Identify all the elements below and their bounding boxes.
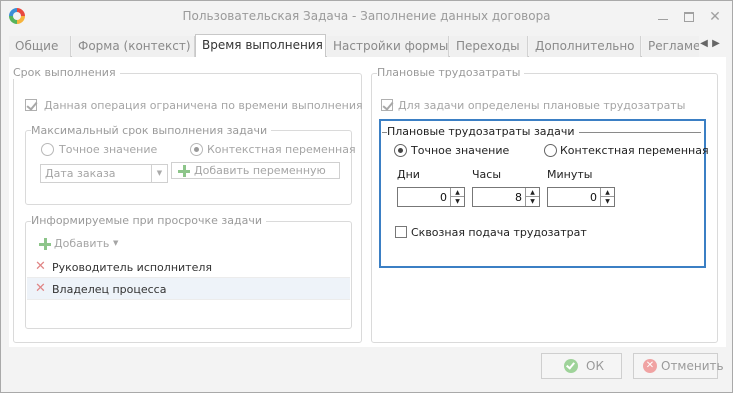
add-variable-label: Добавить переменную [194, 164, 326, 177]
tab-form-context[interactable]: Форма (контекст) [72, 36, 195, 57]
dialog-window: Пользовательская Задача - Заполнение дан… [0, 0, 733, 393]
days-spinner[interactable]: 0 ▲ ▼ [397, 187, 465, 207]
tab-regulations[interactable]: Регламе [642, 36, 699, 57]
days-spin-buttons: ▲ ▼ [450, 188, 464, 206]
plus-icon [178, 165, 190, 177]
check-icon [564, 359, 578, 373]
cancel-icon: ✕ [643, 359, 657, 373]
limited-time-label: Данная операция ограничена по времени вы… [44, 99, 363, 112]
tab-additional[interactable]: Дополнительно [529, 36, 641, 57]
limited-time-checkbox[interactable] [25, 99, 37, 111]
close-button[interactable]: ✕ [705, 7, 725, 27]
tab-transitions[interactable]: Переходы [450, 36, 528, 57]
date-variable-combo[interactable]: Дата заказа ▼ [40, 164, 168, 183]
through-effort-label: Сквозная подача трудозатрат [411, 226, 587, 239]
window-title: Пользовательская Задача - Заполнение дан… [182, 9, 551, 23]
planned-effort-group-title: Плановые трудозатраты [377, 66, 525, 79]
list-item[interactable]: ✕ Владелец процесса [27, 278, 350, 300]
planned-effort-checkbox[interactable] [381, 99, 393, 111]
max-deadline-group-title: Максимальный срок выполнения задачи [31, 124, 272, 137]
informed-item-label: Владелец процесса [52, 283, 167, 296]
effort-exact-label: Точное значение [411, 144, 510, 157]
chevron-down-icon[interactable]: ▼ [113, 239, 118, 247]
plus-icon[interactable] [39, 238, 51, 250]
add-informed-button[interactable]: Добавить [54, 237, 109, 250]
tab-scroll-left-icon[interactable]: ◀ [699, 37, 709, 51]
date-variable-value: Дата заказа [45, 167, 116, 180]
hours-label: Часы [472, 168, 502, 181]
deadline-context-radio[interactable] [190, 143, 203, 156]
deadline-context-label: Контекстная переменная [207, 143, 356, 156]
deadline-exact-label: Точное значение [59, 143, 158, 156]
effort-exact-radio[interactable] [394, 144, 407, 157]
minutes-label: Минуты [547, 168, 593, 181]
maximize-icon [684, 12, 694, 22]
tab-execution-time[interactable]: Время выполнения [195, 34, 326, 58]
deadline-exact-radio[interactable] [41, 143, 54, 156]
minutes-spinner[interactable]: 0 ▲ ▼ [547, 187, 615, 207]
days-value: 0 [440, 191, 447, 204]
informed-item-label: Руководитель исполнителя [52, 261, 212, 274]
effort-context-label: Контекстная переменная [560, 144, 709, 157]
cancel-button[interactable]: ✕ Отменить [633, 353, 724, 379]
spin-down-icon[interactable]: ▼ [601, 197, 614, 206]
spin-up-icon[interactable]: ▲ [526, 188, 539, 197]
spin-down-icon[interactable]: ▼ [451, 197, 464, 206]
add-variable-button[interactable]: Добавить переменную [171, 162, 340, 179]
days-label: Дни [397, 168, 420, 181]
spin-up-icon[interactable]: ▲ [451, 188, 464, 197]
minimize-icon [658, 19, 668, 20]
planned-task-effort-title: Плановые трудозатраты задачи [387, 125, 579, 138]
maximize-button[interactable] [679, 7, 699, 27]
deadline-group-title: Срок выполнения [13, 66, 120, 79]
hours-spin-buttons: ▲ ▼ [525, 188, 539, 206]
chevron-down-icon[interactable]: ▼ [151, 165, 167, 182]
remove-icon[interactable]: ✕ [35, 282, 46, 295]
close-icon: ✕ [709, 9, 721, 25]
title-bar: Пользовательская Задача - Заполнение дан… [1, 1, 732, 33]
cancel-label: Отменить [661, 359, 724, 373]
spin-down-icon[interactable]: ▼ [526, 197, 539, 206]
effort-context-radio[interactable] [544, 144, 557, 157]
ok-button[interactable]: ОК [541, 353, 622, 379]
hours-value: 8 [515, 191, 522, 204]
informed-group-title: Информируемые при просрочке задачи [31, 214, 266, 227]
spin-up-icon[interactable]: ▲ [601, 188, 614, 197]
remove-icon[interactable]: ✕ [35, 260, 46, 273]
tab-general[interactable]: Общие [9, 36, 71, 57]
tab-scroll-right-icon[interactable]: ▶ [711, 37, 721, 51]
tab-bar: Общие Форма (контекст) Время выполнения … [9, 34, 699, 58]
minutes-value: 0 [590, 191, 597, 204]
tab-form-settings[interactable]: Настройки формы [327, 36, 449, 57]
ok-label: ОК [586, 359, 604, 373]
minutes-spin-buttons: ▲ ▼ [600, 188, 614, 206]
minimize-button[interactable] [653, 7, 673, 27]
list-item[interactable]: ✕ Руководитель исполнителя [27, 256, 350, 278]
hours-spinner[interactable]: 8 ▲ ▼ [472, 187, 540, 207]
planned-effort-label: Для задачи определены плановые трудозатр… [398, 99, 686, 112]
through-effort-checkbox[interactable] [395, 226, 407, 238]
